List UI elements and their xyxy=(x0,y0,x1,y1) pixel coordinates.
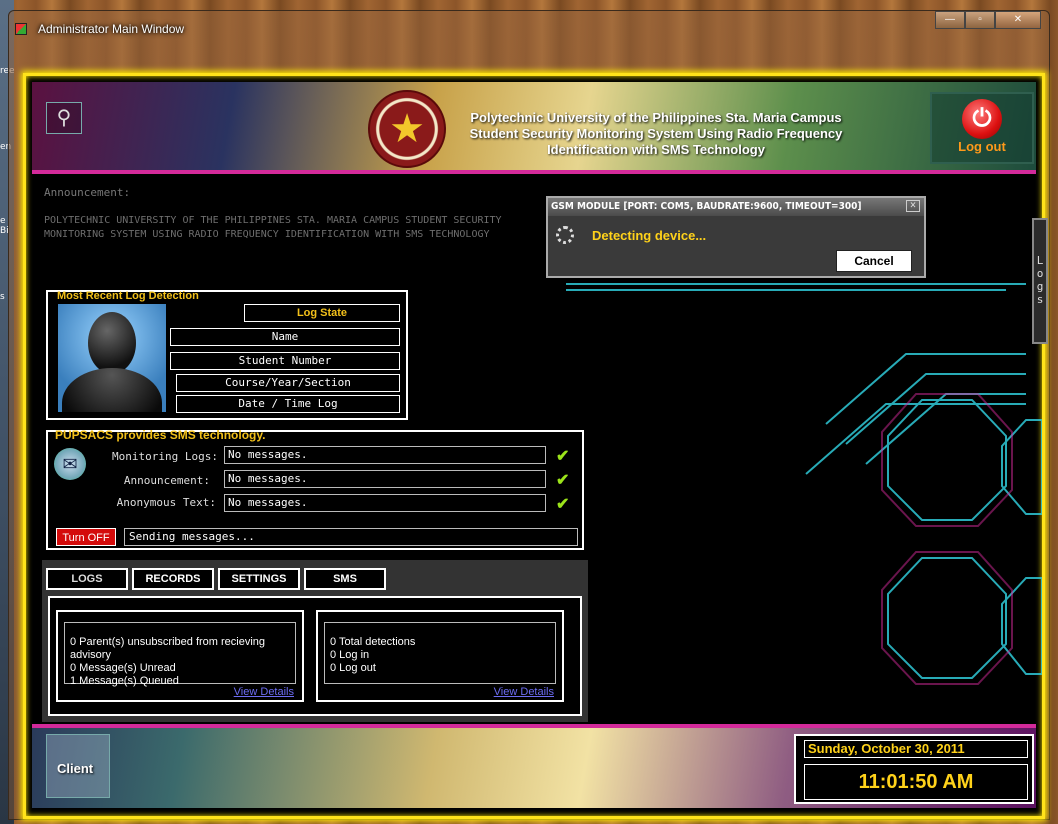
datetime-field: Date / Time Log xyxy=(176,395,400,413)
student-number-field: Student Number xyxy=(170,352,400,370)
logs-side-tab-label: Logs xyxy=(1036,254,1044,306)
total-detections: 0 Total detections xyxy=(330,636,416,648)
app-header: ⚲ ★ Polytechnic University of the Philip… xyxy=(32,82,1036,174)
envelope-icon: ✉ xyxy=(54,448,86,480)
header-title-line3: Identification with SMS Technology xyxy=(547,142,765,157)
announcement-body: POLYTECHNIC UNIVERSITY OF THE PHILIPPINE… xyxy=(44,215,502,240)
advisory-summary-card: 0 Parent(s) unsubscribed from recieving … xyxy=(56,610,304,702)
power-icon: ⏻ xyxy=(962,99,1002,139)
gsm-module-dialog: GSM MODULE [PORT: COM5, BAUDRATE:9600, T… xyxy=(546,196,926,278)
announcement-sms-label: Announcement: xyxy=(123,474,210,487)
client-button[interactable]: Client xyxy=(46,734,110,798)
announcement-title: Announcement: xyxy=(44,186,131,199)
datetime-panel: Sunday, October 30, 2011 11:01:50 AM xyxy=(794,734,1034,804)
turn-off-button[interactable]: Turn OFF xyxy=(56,528,116,546)
tab-logs[interactable]: LOGS xyxy=(46,568,128,590)
header-title-line2: Student Security Monitoring System Using… xyxy=(469,126,843,141)
checkmark-icon: ✔ xyxy=(556,448,570,465)
client-label: Client xyxy=(57,761,94,776)
log-in-count: 0 Log in xyxy=(330,649,370,661)
gsm-dialog-title: GSM MODULE [PORT: COM5, BAUDRATE:9600, T… xyxy=(548,198,924,216)
app-footer: Client Sunday, October 30, 2011 11:01:50… xyxy=(32,724,1036,808)
window-controls: — ▫ ✕ xyxy=(935,11,1041,29)
avatar-head-shape xyxy=(88,312,136,374)
tab-content: 0 Parent(s) unsubscribed from recieving … xyxy=(48,596,582,716)
main-window: Administrator Main Window — ▫ ✕ ⚲ ★ Poly… xyxy=(8,10,1050,820)
view-details-link[interactable]: View Details xyxy=(494,686,554,698)
unsubscribed-count: 0 Parent(s) unsubscribed from recieving … xyxy=(70,636,266,661)
monitoring-logs-field: No messages. xyxy=(224,446,546,464)
sms-panel: PUPSACS provides SMS technology. ✉ Monit… xyxy=(46,428,584,550)
cancel-button[interactable]: Cancel xyxy=(836,250,912,272)
maximize-button[interactable]: ▫ xyxy=(965,11,995,29)
avatar-body-shape xyxy=(62,368,162,412)
checkmark-icon: ✔ xyxy=(556,472,570,489)
current-date: Sunday, October 30, 2011 xyxy=(804,740,1028,758)
detections-summary-text: 0 Total detections 0 Log in 0 Log out xyxy=(324,622,556,684)
recent-log-panel: Most Recent Log Detection Log State Name… xyxy=(46,290,408,420)
tab-sms[interactable]: SMS xyxy=(304,568,386,590)
tabs-panel: LOGS RECORDS SETTINGS SMS 0 Parent(s) un… xyxy=(42,560,588,722)
log-out-count: 0 Log out xyxy=(330,662,376,674)
student-photo-avatar xyxy=(58,304,166,412)
recent-log-title: Most Recent Log Detection xyxy=(57,290,199,302)
tab-records[interactable]: RECORDS xyxy=(132,568,214,590)
logout-label: Log out xyxy=(958,139,1006,154)
logout-button[interactable]: ⏻ Log out xyxy=(930,92,1034,164)
view-details-link[interactable]: View Details xyxy=(234,686,294,698)
current-time: 11:01:50 AM xyxy=(804,764,1028,800)
gsm-close-icon[interactable]: ✕ xyxy=(906,200,920,212)
binoculars-icon[interactable]: ⚲ xyxy=(46,102,82,134)
sms-panel-title: PUPSACS provides SMS technology. xyxy=(55,428,266,442)
course-field: Course/Year/Section xyxy=(176,374,400,392)
app-body: ⚲ ★ Polytechnic University of the Philip… xyxy=(23,73,1048,819)
monitoring-logs-label: Monitoring Logs: xyxy=(112,450,218,463)
window-title: Administrator Main Window xyxy=(38,22,185,36)
sending-status-field: Sending messages... xyxy=(124,528,578,546)
university-seal-logo: ★ xyxy=(368,90,446,168)
unread-count: 0 Message(s) Unread xyxy=(70,662,176,674)
window-titlebar[interactable]: Administrator Main Window — ▫ ✕ xyxy=(9,11,1049,41)
announcement-sms-field: No messages. xyxy=(224,470,546,488)
anonymous-text-label: Anonymous Text: xyxy=(116,496,216,509)
close-button[interactable]: ✕ xyxy=(995,11,1041,29)
loading-spinner-icon xyxy=(556,226,574,244)
gsm-dialog-title-text: GSM MODULE [PORT: COM5, BAUDRATE:9600, T… xyxy=(551,201,862,212)
log-state-field: Log State xyxy=(244,304,400,322)
desktop-icon-label: s xyxy=(0,292,5,302)
detections-summary-card: 0 Total detections 0 Log in 0 Log out Vi… xyxy=(316,610,564,702)
gsm-status-text: Detecting device... xyxy=(592,228,707,243)
checkmark-icon: ✔ xyxy=(556,496,570,513)
anonymous-text-field: No messages. xyxy=(224,494,546,512)
name-field: Name xyxy=(170,328,400,346)
header-title: Polytechnic University of the Philippine… xyxy=(452,110,860,158)
minimize-button[interactable]: — xyxy=(935,11,965,29)
advisory-summary-text: 0 Parent(s) unsubscribed from recieving … xyxy=(64,622,296,687)
header-title-line1: Polytechnic University of the Philippine… xyxy=(470,110,842,125)
tab-settings[interactable]: SETTINGS xyxy=(218,568,300,590)
app-icon xyxy=(15,23,27,35)
logs-side-tab[interactable]: Logs xyxy=(1032,218,1048,344)
